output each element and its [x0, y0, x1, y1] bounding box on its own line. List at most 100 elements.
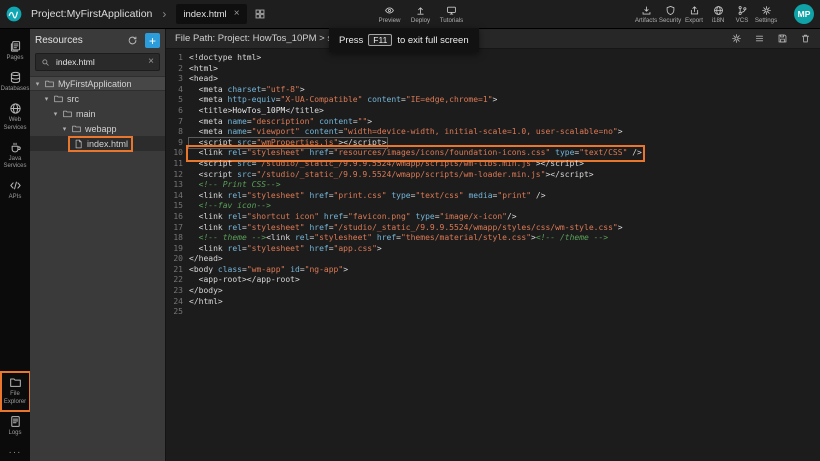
- code-line[interactable]: 4 <meta charset="utf-8">: [166, 85, 820, 96]
- code-token: id: [290, 265, 300, 274]
- sidebar-item-label: Logs: [8, 430, 21, 437]
- code-token: ></script>: [338, 138, 386, 147]
- code-token: [189, 95, 199, 104]
- line-number: 8: [169, 127, 183, 138]
- code-line[interactable]: 12 <script src="/studio/_static_/9.9.9.5…: [166, 170, 820, 181]
- clear-search-icon[interactable]: ×: [148, 57, 154, 67]
- resources-panel: Resources + × ▾MyFirstApplication▾src▾ma…: [30, 29, 166, 461]
- refresh-icon[interactable]: [127, 35, 138, 46]
- code-line[interactable]: 2<html>: [166, 64, 820, 75]
- sidebar-item-apis[interactable]: APIs: [1, 175, 30, 206]
- code-line[interactable]: 19 <link rel="stylesheet" href="app.css"…: [166, 244, 820, 255]
- avatar[interactable]: MP: [794, 4, 814, 24]
- code-line-content: <!-- Print CSS-->: [189, 180, 281, 191]
- folder-icon: [71, 124, 82, 134]
- code-line[interactable]: 17 <link rel="stylesheet" href="/studio/…: [166, 223, 820, 234]
- resources-title: Resources: [35, 35, 127, 46]
- code-line-content: <meta name="viewport" content="width=dev…: [189, 127, 623, 138]
- tree-item-webapp[interactable]: ▾webapp: [30, 121, 165, 136]
- code-token: <script: [199, 170, 238, 179]
- pages-icon: [9, 40, 22, 53]
- security-button[interactable]: Security: [658, 0, 682, 28]
- code-line[interactable]: 16 <link rel="shortcut icon" href="favic…: [166, 212, 820, 223]
- code-token: "stylesheet": [314, 233, 372, 242]
- code-line[interactable]: 9 <script src="wmProperties.js"></script…: [166, 138, 820, 149]
- code-line[interactable]: 5 <meta http-equiv="X-UA-Compatible" con…: [166, 95, 820, 106]
- sidebar-item-logs[interactable]: Logs: [1, 411, 30, 442]
- add-resource-button[interactable]: +: [145, 33, 160, 48]
- project-name[interactable]: Project:MyFirstApplication: [31, 8, 152, 20]
- code-token: >: [343, 265, 348, 274]
- code-line[interactable]: 18 <!-- theme --><link rel="stylesheet" …: [166, 233, 820, 244]
- layout-grid-icon[interactable]: [254, 8, 266, 20]
- i18n-button[interactable]: i18N: [706, 0, 730, 28]
- artifacts-button[interactable]: Artifacts: [634, 0, 658, 28]
- trash-icon[interactable]: [800, 33, 811, 44]
- sidebar-item-web-services[interactable]: Web Services: [1, 98, 30, 136]
- code-line[interactable]: 1<!doctype html>: [166, 53, 820, 64]
- code-token: <link: [199, 244, 228, 253]
- settings-button[interactable]: Settings: [754, 0, 778, 28]
- tree-item-index.html[interactable]: index.html: [30, 136, 165, 151]
- code-line[interactable]: 8 <meta name="viewport" content="width=d…: [166, 127, 820, 138]
- tab-close-icon[interactable]: ×: [234, 9, 240, 19]
- vcs-button[interactable]: VCS: [730, 0, 754, 28]
- code-line[interactable]: 11 <script src="/studio/_static_/9.9.9.5…: [166, 159, 820, 170]
- code-line[interactable]: 15 <!--fav icon-->: [166, 201, 820, 212]
- line-number: 22: [169, 275, 183, 286]
- tab-index-html[interactable]: index.html ×: [176, 4, 246, 24]
- tree-item-MyFirstApplication[interactable]: ▾MyFirstApplication: [30, 76, 165, 91]
- caret-down-icon[interactable]: ▾: [34, 80, 41, 88]
- code-line[interactable]: 10 <link rel="stylesheet" href="resource…: [166, 148, 820, 159]
- tab-label: index.html: [183, 9, 226, 20]
- list-icon[interactable]: [754, 33, 765, 44]
- tree-item-src[interactable]: ▾ src: [30, 91, 165, 106]
- gear-icon[interactable]: [731, 33, 742, 44]
- code-line-content: <body class="wm-app" id="ng-app">: [189, 265, 348, 276]
- code-line[interactable]: 23</body>: [166, 286, 820, 297]
- code-line[interactable]: 7 <meta name="description" content="">: [166, 117, 820, 128]
- line-number: 5: [169, 95, 183, 106]
- sidebar-item-pages[interactable]: Pages: [1, 36, 30, 67]
- caret-down-icon[interactable]: ▾: [52, 110, 59, 118]
- sidebar-item-file-explorer[interactable]: File Explorer: [1, 372, 30, 410]
- code-line-content: <script src="wmProperties.js"></script>: [189, 138, 387, 149]
- code-line[interactable]: 21<body class="wm-app" id="ng-app">: [166, 265, 820, 276]
- code-line[interactable]: 14 <link rel="stylesheet" href="print.cs…: [166, 191, 820, 202]
- code-line-content: <title>HowTos_10PM</title>: [189, 106, 324, 117]
- search-input[interactable]: [54, 56, 144, 68]
- code-line-content: <head>: [189, 74, 218, 85]
- sidebar-item-databases[interactable]: Databases: [1, 67, 30, 98]
- preview-button[interactable]: Preview: [374, 0, 405, 28]
- code-token: [189, 127, 199, 136]
- code-line[interactable]: 6 <title>HowTos_10PM</title>: [166, 106, 820, 117]
- tutorials-button[interactable]: Tutorials: [436, 0, 467, 28]
- wavemaker-studio: Project:MyFirstApplication › index.html …: [0, 0, 820, 461]
- line-number: 24: [169, 297, 183, 308]
- topbar-right-actions: ArtifactsSecurityExporti18NVCSSettings: [634, 0, 778, 28]
- caret-down-icon[interactable]: ▾: [43, 95, 50, 103]
- save-icon[interactable]: [777, 33, 788, 44]
- tree-item-main[interactable]: ▾main: [30, 106, 165, 121]
- code-line[interactable]: 22 <app-root></app-root>: [166, 275, 820, 286]
- code-line[interactable]: 20</head>: [166, 254, 820, 265]
- line-number: 20: [169, 254, 183, 265]
- code-line[interactable]: 24</html>: [166, 297, 820, 308]
- deploy-button[interactable]: Deploy: [405, 0, 436, 28]
- sidebar-item-java-services[interactable]: Java Services: [1, 137, 30, 175]
- code-token: "wm-app": [247, 265, 286, 274]
- code-token: content: [305, 127, 339, 136]
- wavemaker-logo[interactable]: [5, 5, 23, 23]
- code-token: [189, 106, 199, 115]
- tree-item-label: src: [67, 94, 79, 104]
- code-token: </body>: [189, 286, 223, 295]
- code-token: [189, 148, 199, 157]
- code-line[interactable]: 13 <!-- Print CSS-->: [166, 180, 820, 191]
- code-token: [189, 138, 199, 147]
- more-icon[interactable]: ···: [9, 442, 22, 461]
- caret-down-icon[interactable]: ▾: [61, 125, 68, 133]
- code-line[interactable]: 3<head>: [166, 74, 820, 85]
- code-editor[interactable]: 1<!doctype html>2<html>3<head>4 <meta ch…: [166, 49, 820, 461]
- export-button[interactable]: Export: [682, 0, 706, 28]
- code-line[interactable]: 25: [166, 307, 820, 318]
